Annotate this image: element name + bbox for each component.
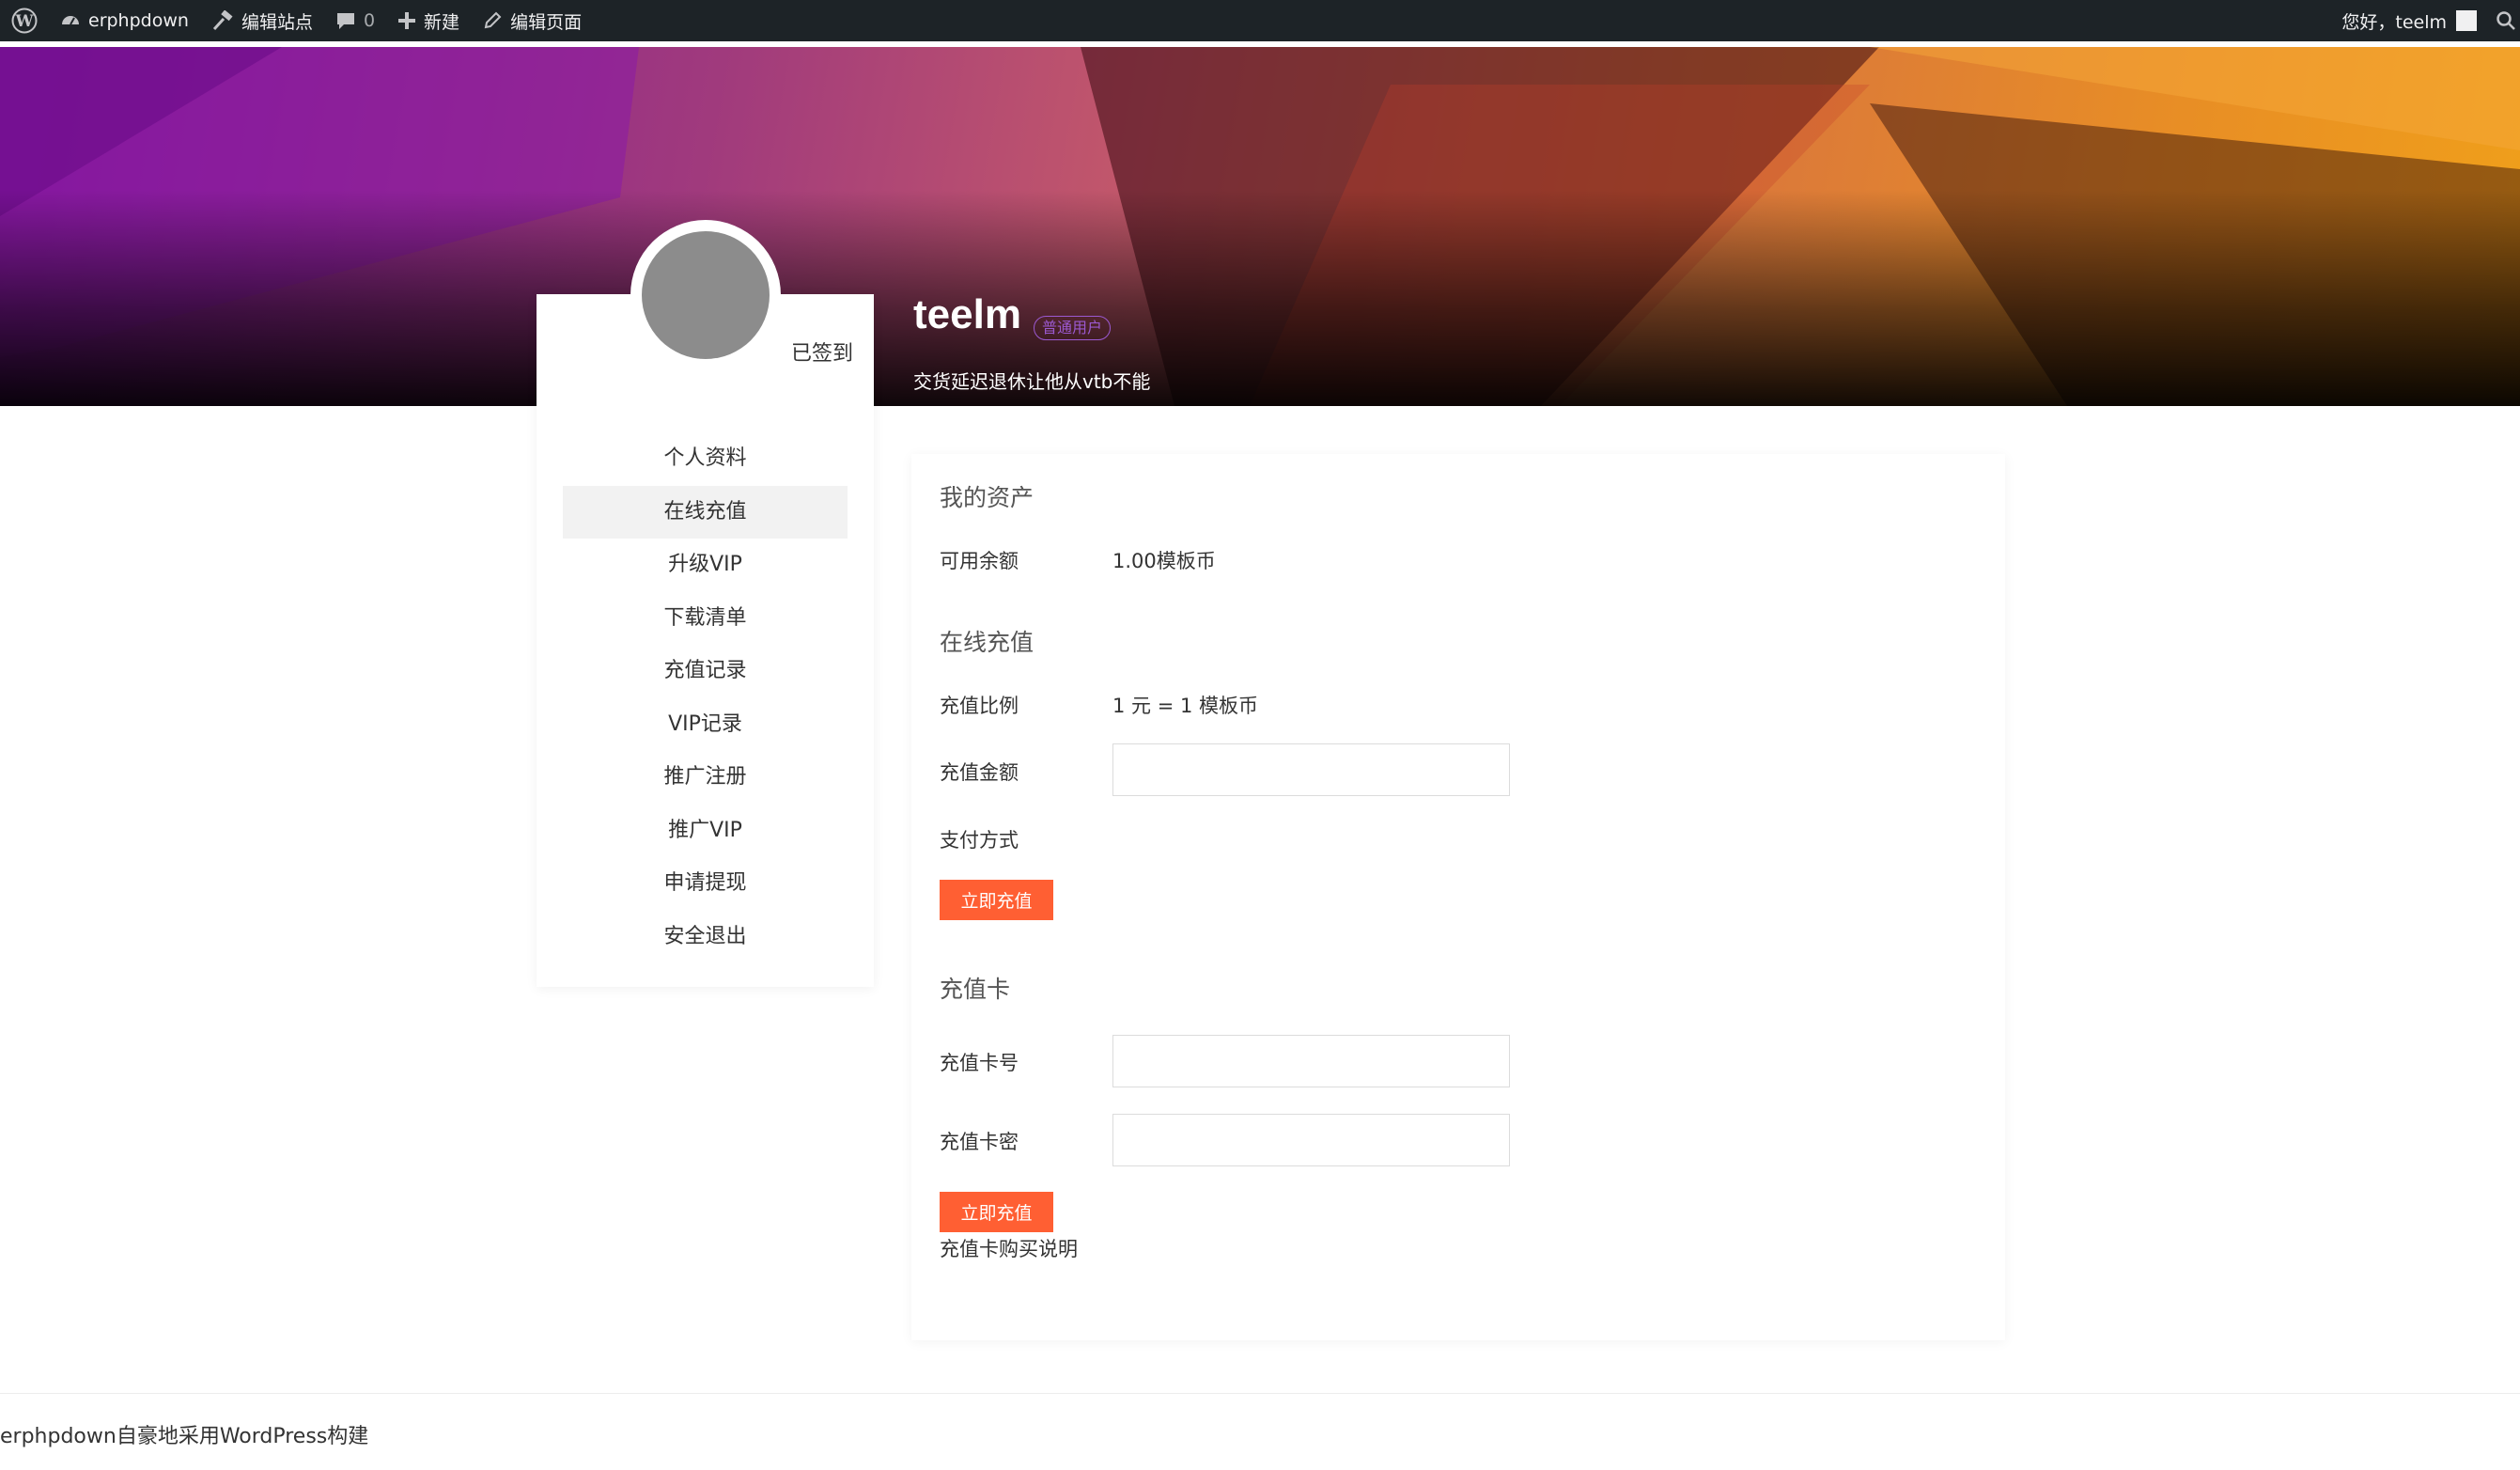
card-password-label: 充值卡密 [940, 1131, 1019, 1153]
recharge-submit-button[interactable]: 立即充值 [940, 880, 1053, 920]
admin-bar-search[interactable] [2484, 0, 2520, 41]
hammer-icon [212, 10, 233, 31]
card-submit-button[interactable]: 立即充值 [940, 1192, 1053, 1232]
card-password-input[interactable] [1112, 1114, 1510, 1166]
admin-bar-edit-page[interactable]: 编辑页面 [471, 0, 593, 41]
profile-bio: 交货延迟退休让他从vtb不能 [913, 370, 1151, 393]
main-content-card [911, 454, 2005, 1340]
card-number-label: 充值卡号 [940, 1052, 1019, 1074]
greeting: 您好，teelm [2341, 11, 2447, 33]
ratio-value: 1 元 = 1 模板币 [1112, 695, 1259, 717]
comment-icon [336, 13, 354, 29]
account-avatar [2456, 10, 2477, 31]
sidebar-item-upgrade-vip[interactable]: 升级VIP [563, 539, 848, 592]
card-number-input[interactable] [1112, 1035, 1510, 1087]
admin-bar-site[interactable]: erphpdown [49, 0, 200, 41]
balance-value: 1.00模板币 [1112, 550, 1216, 572]
profile-username: teelm [913, 291, 1021, 337]
user-menu: 个人资料 在线充值 升级VIP 下载清单 充值记录 VIP记录 推广注册 推广V… [563, 432, 848, 963]
plus-icon [398, 12, 416, 29]
ratio-label: 充值比例 [940, 695, 1019, 717]
sidebar-item-vip-records[interactable]: VIP记录 [563, 698, 848, 752]
pencil-icon [484, 11, 502, 29]
banner-shade [0, 190, 2520, 406]
svg-text:W: W [14, 12, 34, 31]
admin-bar-edit-site[interactable]: 编辑站点 [200, 0, 324, 41]
sidebar-item-withdraw[interactable]: 申请提现 [563, 857, 848, 911]
card-title: 充值卡 [940, 976, 1011, 1003]
footer-divider [0, 1393, 2520, 1394]
recharge-amount-input[interactable] [1112, 743, 1510, 796]
site-name: erphpdown [88, 10, 189, 31]
wordpress-logo-icon[interactable]: W [0, 0, 49, 41]
balance-label: 可用余额 [940, 550, 1019, 572]
footer-credit[interactable]: erphpdown自豪地采用WordPress构建 [0, 1419, 368, 1449]
admin-bar: W erphpdown 编辑站点 0 新建 编辑页面 您好，teelm [0, 0, 2520, 41]
admin-bar-comments[interactable]: 0 [324, 0, 386, 41]
amount-label: 充值金额 [940, 761, 1019, 784]
card-purchase-instructions-link[interactable]: 充值卡购买说明 [940, 1234, 1078, 1262]
sidebar-item-referral-vip[interactable]: 推广VIP [563, 805, 848, 858]
admin-bar-account[interactable]: 您好，teelm [2330, 0, 2484, 41]
checkin-status[interactable]: 已签到 [791, 336, 853, 367]
edit-site-label: 编辑站点 [241, 11, 313, 33]
recharge-title: 在线充值 [940, 629, 1034, 656]
assets-title: 我的资产 [940, 484, 1034, 511]
comments-count: 0 [363, 10, 376, 31]
new-label: 新建 [424, 11, 460, 33]
edit-page-label: 编辑页面 [510, 11, 583, 33]
sidebar-item-profile[interactable]: 个人资料 [563, 432, 848, 486]
sidebar-item-logout[interactable]: 安全退出 [563, 911, 848, 964]
payment-method-label: 支付方式 [940, 829, 1019, 852]
search-icon [2497, 11, 2515, 30]
sidebar-item-recharge-records[interactable]: 充值记录 [563, 645, 848, 698]
sidebar-item-downloads[interactable]: 下载清单 [563, 592, 848, 646]
avatar[interactable] [642, 231, 770, 359]
user-role-badge: 普通用户 [1034, 316, 1112, 340]
sidebar-item-referral-register[interactable]: 推广注册 [563, 751, 848, 805]
sidebar-item-recharge[interactable]: 在线充值 [563, 485, 848, 539]
dashboard-icon [62, 16, 79, 25]
admin-bar-new[interactable]: 新建 [386, 0, 471, 41]
profile-banner [0, 47, 2520, 406]
